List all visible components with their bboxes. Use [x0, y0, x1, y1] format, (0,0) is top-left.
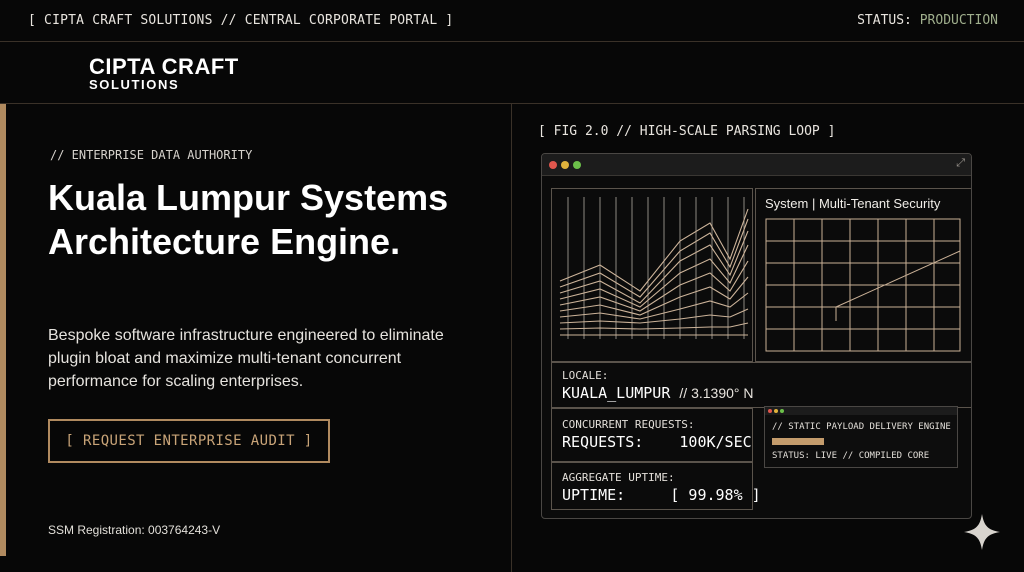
close-dot-icon — [549, 161, 557, 169]
breadcrumb: [ CIPTA CRAFT SOLUTIONS // CENTRAL CORPO… — [28, 13, 454, 28]
mini-window-title-bar — [765, 407, 957, 415]
status-value: PRODUCTION — [919, 13, 998, 28]
maximize-dot-icon — [573, 161, 581, 169]
engine-title: // STATIC PAYLOAD DELIVERY ENGINE — [772, 422, 951, 432]
hero-eyebrow: // ENTERPRISE DATA AUTHORITY — [50, 148, 253, 162]
hero-description: Bespoke software infrastructure engineer… — [48, 327, 444, 390]
engine-status: STATUS: LIVE // COMPILED CORE — [772, 451, 930, 461]
uptime-panel: AGGREGATE UPTIME: UPTIME: [ 99.98% ] — [551, 462, 761, 510]
request-audit-button[interactable]: [ REQUEST ENTERPRISE AUDIT ] — [48, 419, 330, 463]
column-divider — [511, 104, 512, 572]
app-window-mockup: ⤢ System | Multi-Tenant Security LOCALE:… — [541, 153, 972, 519]
uptime-label: AGGREGATE UPTIME: — [562, 471, 675, 484]
status-indicator: STATUS: PRODUCTION — [857, 13, 998, 28]
security-panel: System | Multi-Tenant Security — [755, 188, 971, 362]
locale-label: LOCALE: — [562, 369, 609, 382]
hero-headline: Kuala Lumpur Systems Architecture Engine… — [48, 177, 449, 262]
engine-progress-bar — [772, 438, 824, 445]
registration-number: SSM Registration: 003764243-V — [48, 523, 221, 537]
requests-label: CONCURRENT REQUESTS: — [562, 418, 695, 431]
accent-bar — [0, 104, 6, 556]
window-title-bar: ⤢ — [542, 154, 971, 176]
engine-mini-window: // STATIC PAYLOAD DELIVERY ENGINE STATUS… — [764, 406, 958, 468]
locale-value: KUALA_LUMPUR — [562, 384, 671, 402]
logo-bar: CIPTA CRAFT SOLUTIONS — [0, 42, 1024, 104]
expand-icon[interactable]: ⤢ — [956, 157, 965, 170]
security-panel-title: System | Multi-Tenant Security — [765, 196, 941, 211]
requests-panel: CONCURRENT REQUESTS: REQUESTS: 100K/SEC — [551, 408, 753, 462]
minimize-dot-icon — [561, 161, 569, 169]
mini-close-dot-icon — [768, 409, 772, 413]
top-bar: [ CIPTA CRAFT SOLUTIONS // CENTRAL CORPO… — [0, 0, 1024, 42]
locale-panel: LOCALE: KUALA_LUMPUR // 3.1390° N — [551, 362, 971, 408]
wireframe-chart-panel — [551, 188, 753, 362]
figure-caption: [ FIG 2.0 // HIGH-SCALE PARSING LOOP ] — [538, 124, 836, 139]
locale-value-row: KUALA_LUMPUR // 3.1390° N — [562, 384, 754, 402]
requests-value: REQUESTS: 100K/SEC — [562, 433, 752, 451]
logo-subtitle[interactable]: SOLUTIONS — [89, 77, 179, 92]
sparkle-icon — [964, 514, 1000, 550]
mini-maximize-dot-icon — [780, 409, 784, 413]
uptime-value: UPTIME: [ 99.98% ] — [562, 486, 761, 504]
mini-minimize-dot-icon — [774, 409, 778, 413]
status-label: STATUS: — [857, 13, 912, 28]
locale-coordinate: // 3.1390° N — [679, 385, 754, 401]
security-grid-graphic — [765, 218, 961, 352]
wireframe-graphic — [559, 197, 749, 339]
